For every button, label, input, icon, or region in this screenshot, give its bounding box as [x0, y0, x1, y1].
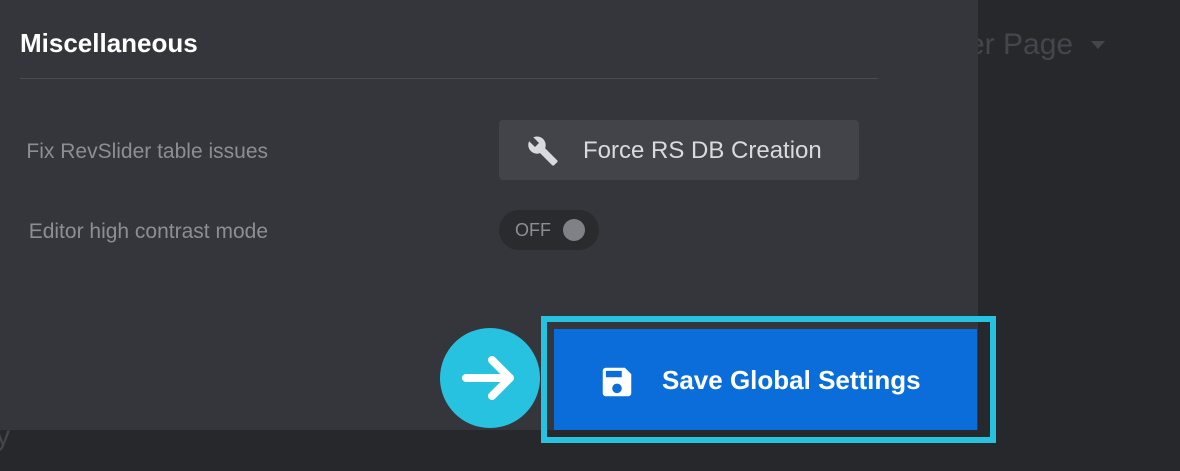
toggle-state-text: OFF [515, 220, 551, 240]
section-title: Miscellaneous [20, 28, 198, 58]
high-contrast-label: Editor high contrast mode [28, 220, 268, 243]
force-db-creation-button[interactable]: Force RS DB Creation [499, 120, 859, 180]
fix-table-label: Fix RevSlider table issues [26, 140, 268, 163]
wrench-icon [527, 135, 559, 167]
arrow-right-icon [440, 328, 540, 428]
background-page-dropdown: er Page [968, 28, 1106, 62]
save-global-settings-label: Save Global Settings [662, 365, 921, 395]
chevron-down-icon [1091, 41, 1106, 49]
toggle-knob [563, 219, 585, 241]
force-db-creation-label: Force RS DB Creation [583, 137, 822, 164]
screen: er Page y Miscellaneous Fix RevSlider ta… [0, 0, 1180, 471]
background-dropdown-text: er Page [968, 28, 1074, 61]
save-global-settings-button[interactable]: Save Global Settings [554, 329, 977, 430]
section-divider [20, 78, 878, 79]
high-contrast-toggle[interactable]: OFF [499, 210, 599, 250]
floppy-disk-icon [598, 363, 636, 401]
